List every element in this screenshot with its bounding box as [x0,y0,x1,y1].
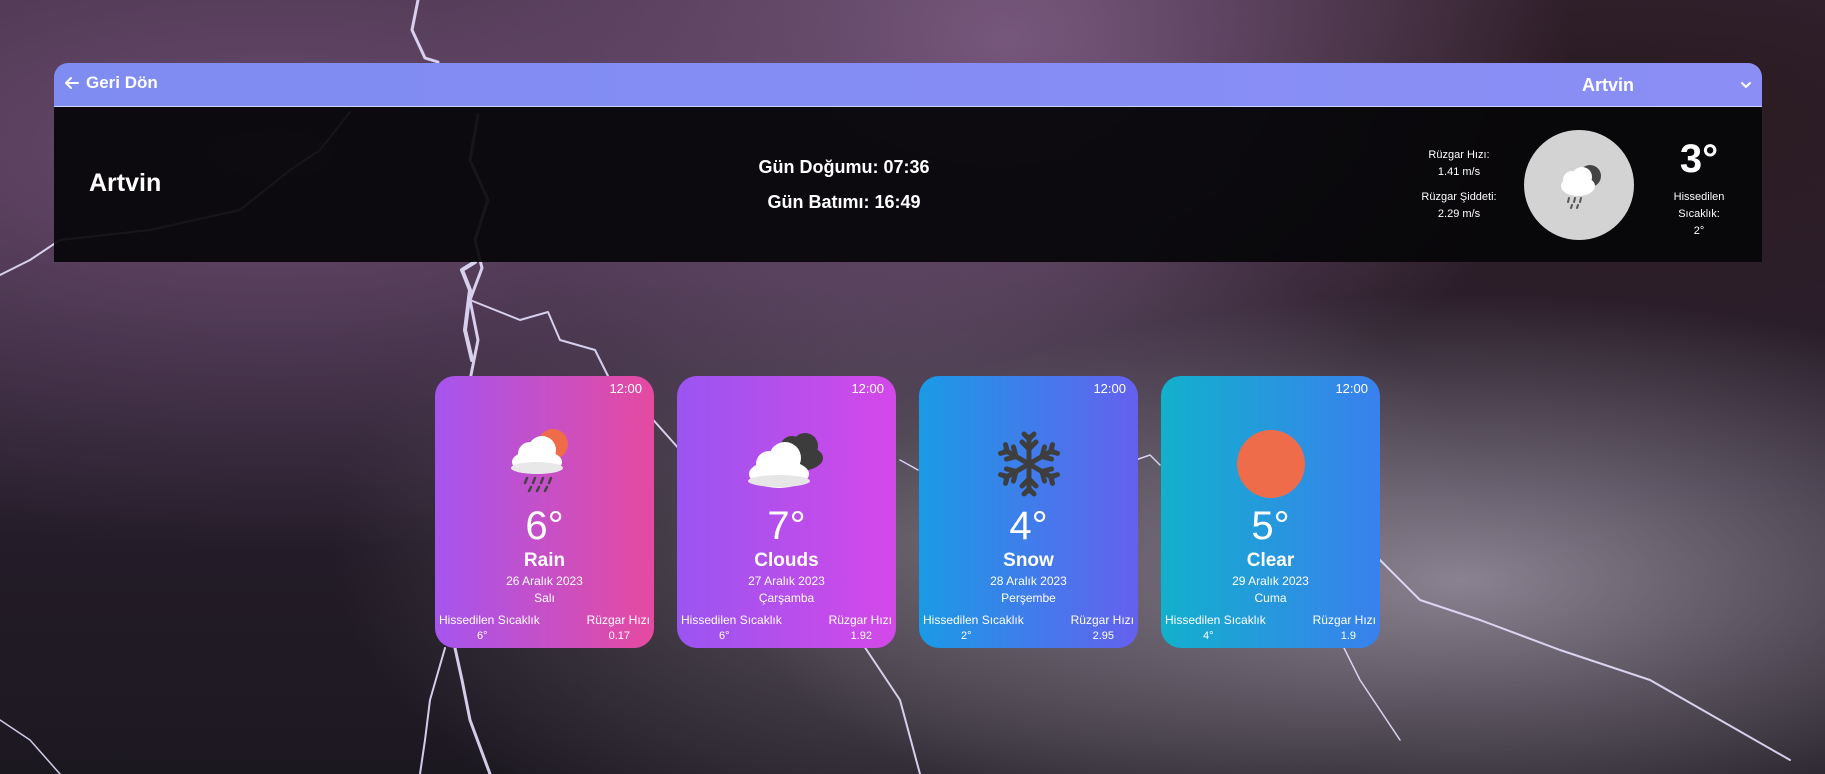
back-button-label: Geri Dön [86,73,158,92]
forecast-time: 12:00 [609,381,642,396]
rain-cloud-icon [1561,165,1601,209]
forecast-description: Snow [1003,550,1054,571]
forecast-temperature: 6° [525,504,564,548]
wind-speed: Rüzgar Hızı: 1.41 m/s [1404,147,1514,181]
forecast-wind-label: Rüzgar Hızı [828,613,892,627]
arrow-left-icon [65,77,79,89]
forecast-description: Clear [1246,550,1295,571]
forecast-day: Çarşamba [758,591,815,605]
forecast-feels-value: 2° [961,630,972,642]
forecast-time: 12:00 [1335,381,1368,396]
chevron-down-icon [1741,82,1751,89]
forecast-feels-value: 4° [1203,630,1214,642]
forecast-feels-value: 6° [477,630,488,642]
forecast-card[interactable]: 12:00 5° Clear 29 Aralık 2023 Cuma Hisse… [1161,376,1380,648]
sunset-text: Gün Batımı: 16:49 [767,192,921,212]
wind-gust-label: Rüzgar Şiddeti: [1421,191,1497,203]
forecast-wind-value: 1.9 [1340,630,1356,642]
forecast-temperature: 4° [1009,504,1048,548]
forecast-date: 27 Aralık 2023 [748,574,825,588]
wind-speed-label: Rüzgar Hızı: [1428,149,1490,161]
wind-speed-value: 1.41 m/s [1437,166,1481,178]
forecast-feels-value: 6° [719,630,730,642]
forecast-wind-label: Rüzgar Hızı [1070,613,1134,627]
forecast-description: Rain [523,550,566,571]
forecast-card[interactable]: 12:00 6° Rain 26 Aralık 2023 Salı Hissed… [435,376,654,648]
current-weather-panel: Artvin Gün Doğumu: 07:36 Gün Batımı: 16:… [54,107,1762,262]
forecast-feels-label: Hissedilen Sıcaklık [439,613,540,627]
snowflake-icon [997,431,1060,497]
clouds-icon [747,433,823,488]
forecast-card[interactable]: 12:00 7° Clouds 27 Aralık 2023 Çarşamba … [677,376,896,648]
forecast-wind-value: 2.95 [1092,630,1114,642]
forecast-feels-label: Hissedilen Sıcaklık [681,613,782,627]
forecast-day: Cuma [1254,591,1287,605]
forecast-feels-label: Hissedilen Sıcaklık [1165,613,1266,627]
forecast-date: 26 Aralık 2023 [506,574,583,588]
city-select-value: Artvin [1582,74,1635,95]
forecast-temperature: 7° [767,504,806,548]
feels-like: Hissedilen Sıcaklık: 2° [1654,189,1744,240]
feels-like-label-2: Sıcaklık: [1678,208,1720,220]
sunrise-text: Gün Doğumu: 07:36 [758,157,930,177]
forecast-feels-label: Hissedilen Sıcaklık [923,613,1024,627]
forecast-day: Salı [534,591,555,605]
back-button[interactable]: Geri Dön [64,73,158,93]
forecast-time: 12:00 [1093,381,1126,396]
current-temperature: 3° [1679,137,1719,181]
forecast-wind-label: Rüzgar Hızı [1312,613,1376,627]
forecast-temperature: 5° [1251,504,1290,548]
forecast-description: Clouds [754,550,819,571]
forecast-time: 12:00 [851,381,884,396]
wind-gust-value: 2.29 m/s [1437,208,1481,220]
forecast-date: 28 Aralık 2023 [990,574,1067,588]
current-weather-icon-circle [1524,130,1634,240]
top-bar: Geri Dön Artvin [54,63,1762,107]
forecast-date: 29 Aralık 2023 [1232,574,1309,588]
forecast-wind-label: Rüzgar Hızı [586,613,650,627]
city-select[interactable]: Artvin [1582,73,1752,97]
wind-gust: Rüzgar Şiddeti: 2.29 m/s [1404,189,1514,223]
feels-like-value: 2° [1693,225,1705,237]
forecast-wind-value: 0.17 [608,630,630,642]
rain-sun-icon [510,429,568,493]
feels-like-label-1: Hissedilen [1673,191,1725,203]
city-name: Artvin [89,169,162,197]
forecast-card[interactable]: 12:00 4° Snow 28 Aralık 2023 Perşembe Hi… [919,376,1138,648]
forecast-wind-value: 1.92 [850,630,872,642]
sun-icon [1236,430,1305,498]
forecast-day: Perşembe [1001,591,1056,605]
